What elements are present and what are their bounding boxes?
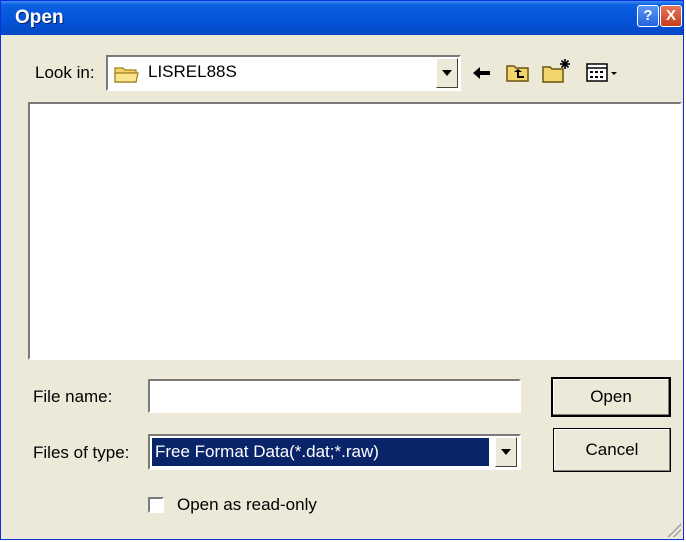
files-of-type-dropdown[interactable]: Free Format Data(*.dat;*.raw) <box>148 434 521 470</box>
window-title: Open <box>15 7 64 28</box>
help-button[interactable]: ? <box>637 5 659 27</box>
selected-type-highlight: Free Format Data(*.dat;*.raw) <box>152 438 489 466</box>
open-button[interactable]: Open <box>551 377 671 417</box>
files-of-type-label: Files of type: <box>33 443 130 462</box>
file-list[interactable] <box>28 102 682 360</box>
up-one-level-icon[interactable] <box>505 60 531 84</box>
title-bar[interactable]: Open ? X <box>1 1 683 35</box>
files-of-type-dropdown-button[interactable] <box>495 437 517 467</box>
look-in-value: LISREL88S <box>148 62 237 81</box>
view-menu-icon[interactable] <box>585 61 623 85</box>
file-name-input[interactable] <box>148 379 521 413</box>
look-in-dropdown[interactable]: LISREL88S <box>106 55 461 91</box>
create-new-folder-icon[interactable] <box>541 57 573 85</box>
close-button[interactable]: X <box>660 5 682 27</box>
back-arrow-icon[interactable] <box>471 63 493 83</box>
resize-grip-icon[interactable] <box>667 523 681 537</box>
read-only-label: Open as read-only <box>177 495 317 514</box>
folder-icon <box>114 67 139 83</box>
look-in-dropdown-button[interactable] <box>436 58 458 88</box>
chevron-down-icon <box>442 70 452 76</box>
read-only-checkbox[interactable] <box>148 497 164 513</box>
open-dialog: Open ? X Look in: LISREL88S File name: O… <box>0 0 684 540</box>
file-name-label: File name: <box>33 387 113 406</box>
chevron-down-icon <box>501 449 511 455</box>
look-in-label: Look in: <box>35 63 95 82</box>
files-of-type-value: Free Format Data(*.dat;*.raw) <box>155 442 379 461</box>
cancel-button[interactable]: Cancel <box>553 428 671 472</box>
